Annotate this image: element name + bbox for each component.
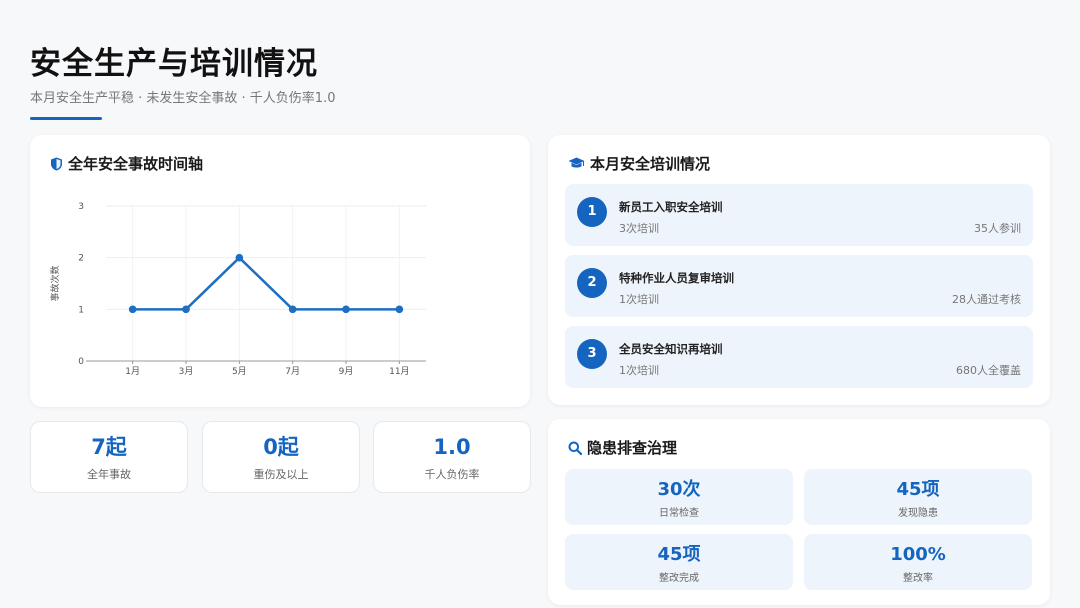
data-point <box>235 253 244 262</box>
stat-injury-rate: 1.0 千人负伤率 <box>373 421 531 493</box>
hazard-stat-found: 45项 发现隐患 <box>804 469 1032 525</box>
x-tick-label: 5月 <box>232 366 247 377</box>
page-header: 安全生产与培训情况 本月安全生产平稳 · 未发生安全事故 · 千人负伤率1.0 <box>30 44 335 120</box>
training-count: 1次培训 <box>619 364 659 377</box>
accident-timeline-card: 0 1 2 3 1月 3月 5月 7月 9月 11月 事故次数 全年安全事故时间轴 <box>30 135 530 407</box>
accident-card-title: 全年安全事故时间轴 <box>50 153 203 174</box>
training-number-badge: 1 <box>577 197 607 227</box>
hazard-stat-daily-checks: 30次 日常检查 <box>565 469 793 525</box>
hazard-value: 45项 <box>657 544 701 565</box>
hazard-label: 整改率 <box>903 573 933 584</box>
data-point <box>395 305 404 314</box>
graduation-cap-icon <box>568 157 585 168</box>
training-item: 2 特种作业人员复审培训 1次培训 28人通过考核 <box>565 255 1033 317</box>
hazard-stat-fixed: 45项 整改完成 <box>565 534 793 590</box>
training-participants: 35人参训 <box>974 222 1021 235</box>
hazard-card: 隐患排查治理 30次 日常检查 45项 发现隐患 45项 整改完成 100% 整… <box>548 419 1050 605</box>
training-item: 3 全员安全知识再培训 1次培训 680人全覆盖 <box>565 326 1033 388</box>
training-participants: 680人全覆盖 <box>956 364 1021 377</box>
x-tick-label: 1月 <box>125 366 140 377</box>
y-tick-label: 2 <box>78 254 84 264</box>
accident-line-chart: 0 1 2 3 1月 3月 5月 7月 9月 11月 事故次数 <box>49 202 426 377</box>
stat-label: 重伤及以上 <box>253 468 309 481</box>
training-card: 本月安全培训情况 1 新员工入职安全培训 3次培训 35人参训 2 特种作业人员… <box>548 135 1050 405</box>
x-tick-label: 9月 <box>339 366 354 377</box>
title-underline <box>30 117 102 120</box>
accident-card-title-text: 全年安全事故时间轴 <box>68 155 204 173</box>
y-tick-label: 0 <box>78 357 84 367</box>
hazard-card-title-text: 隐患排查治理 <box>587 439 678 457</box>
stat-value: 1.0 <box>433 435 471 459</box>
training-card-title: 本月安全培训情况 <box>568 153 710 174</box>
stat-label: 全年事故 <box>87 468 131 481</box>
stat-value: 0起 <box>263 435 299 459</box>
data-point <box>342 305 350 314</box>
hazard-value: 30次 <box>657 479 701 500</box>
stat-label: 千人负伤率 <box>424 468 480 481</box>
data-point <box>288 305 297 314</box>
x-tick-label: 7月 <box>285 366 300 377</box>
hazard-label: 整改完成 <box>659 573 699 584</box>
series-line <box>132 256 400 311</box>
y-tick-label: 1 <box>78 305 84 315</box>
hazard-value: 100% <box>890 544 946 565</box>
data-point <box>182 305 190 314</box>
page-subtitle: 本月安全生产平稳 · 未发生安全事故 · 千人负伤率1.0 <box>30 91 336 106</box>
training-number-badge: 3 <box>577 339 607 369</box>
y-tick-label: 3 <box>78 202 84 212</box>
y-axis-label: 事故次数 <box>49 265 61 301</box>
training-name: 新员工入职安全培训 <box>619 200 723 214</box>
stat-value: 7起 <box>91 435 127 459</box>
shield-icon <box>51 157 62 170</box>
training-name: 全员安全知识再培训 <box>619 342 723 356</box>
training-count: 3次培训 <box>619 222 659 235</box>
training-card-title-text: 本月安全培训情况 <box>590 155 711 173</box>
training-name: 特种作业人员复审培训 <box>619 271 734 285</box>
hazard-stat-fix-rate: 100% 整改率 <box>804 534 1032 590</box>
training-participants: 28人通过考核 <box>952 293 1021 306</box>
training-count: 1次培训 <box>619 293 659 306</box>
page-title: 安全生产与培训情况 <box>30 46 318 82</box>
hazard-value: 45项 <box>896 479 940 500</box>
stat-total-accidents: 7起 全年事故 <box>30 421 188 493</box>
data-point <box>128 305 137 314</box>
hazard-label: 发现隐患 <box>898 508 938 519</box>
hazard-card-title: 隐患排查治理 <box>568 437 677 458</box>
search-icon <box>568 441 582 455</box>
x-tick-label: 11月 <box>389 366 409 377</box>
training-item: 1 新员工入职安全培训 3次培训 35人参训 <box>565 184 1033 246</box>
hazard-label: 日常检查 <box>659 508 699 519</box>
x-tick-label: 3月 <box>179 366 194 377</box>
training-number-badge: 2 <box>577 268 607 298</box>
stat-serious-injuries: 0起 重伤及以上 <box>202 421 360 493</box>
